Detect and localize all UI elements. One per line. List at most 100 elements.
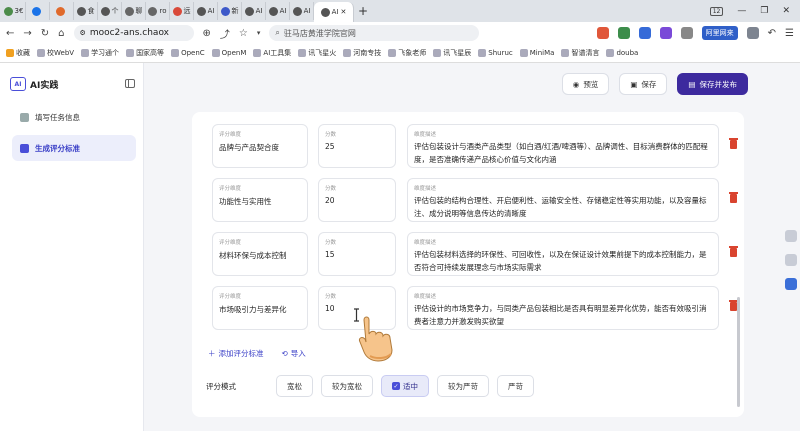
browser-tab[interactable]: AI bbox=[290, 2, 314, 20]
bookmark-item[interactable]: 河南专技 bbox=[343, 48, 381, 58]
browser-tab[interactable]: 聊 bbox=[122, 2, 146, 20]
description-field[interactable]: 维度描述 评估设计的市场竞争力，与同类产品包装相比是否具有明显差异化优势，能否有效… bbox=[407, 286, 719, 330]
mode-option-fairly-strict[interactable]: 较为严苛 bbox=[437, 375, 489, 397]
extension-icon[interactable] bbox=[617, 27, 630, 39]
new-tab-icon[interactable]: + bbox=[354, 4, 372, 18]
bookmark-item[interactable]: 校WebV bbox=[37, 48, 74, 58]
extension-icon[interactable] bbox=[659, 27, 672, 39]
browser-tab[interactable]: AI ✕ bbox=[314, 2, 354, 22]
delete-icon[interactable] bbox=[729, 300, 738, 311]
publish-icon: ▤ bbox=[688, 79, 696, 89]
pointer-hand-icon bbox=[359, 316, 393, 362]
browser-tab[interactable]: 远 bbox=[170, 2, 194, 20]
delete-icon[interactable] bbox=[729, 246, 738, 257]
save-publish-button[interactable]: ▤ 保存并发布 bbox=[677, 73, 748, 95]
bookmark-item[interactable]: 智谱清言 bbox=[561, 48, 599, 58]
score-field[interactable]: 分数 20 bbox=[318, 178, 396, 222]
bookmark-label: 收藏 bbox=[16, 49, 30, 57]
score-value: 15 bbox=[325, 250, 335, 259]
browser-tab[interactable]: 食 bbox=[74, 2, 98, 20]
profile-icon[interactable] bbox=[746, 27, 759, 39]
bookmark-item[interactable]: 学习通个 bbox=[81, 48, 119, 58]
bookmark-label: OpenM bbox=[221, 49, 247, 57]
bookmark-star-icon[interactable]: ☆ bbox=[239, 28, 248, 39]
add-rubric-button[interactable]: ＋添加评分标准 bbox=[208, 348, 264, 359]
assistant-icon[interactable] bbox=[785, 278, 797, 290]
description-field[interactable]: 维度描述 评估包装设计与酒类产品类型（如白酒/红酒/啤酒等）、品牌调性、目标消费群… bbox=[407, 124, 719, 168]
scrollbar[interactable] bbox=[737, 297, 740, 407]
dimension-field[interactable]: 评分维度 材料环保与成本控制 bbox=[212, 232, 308, 276]
dimension-field[interactable]: 评分维度 市场吸引力与差异化 bbox=[212, 286, 308, 330]
back-icon[interactable]: ← bbox=[6, 28, 14, 39]
maximize-icon[interactable]: ❐ bbox=[760, 6, 768, 16]
bookmark-item[interactable]: Shuruc bbox=[478, 49, 513, 57]
extension-icon[interactable] bbox=[596, 27, 609, 39]
minimize-icon[interactable]: — bbox=[737, 6, 746, 16]
browser-tab[interactable] bbox=[50, 2, 74, 20]
browser-tab[interactable]: 3€ bbox=[2, 2, 26, 20]
tab-label: ro bbox=[159, 7, 167, 15]
dropdown-icon[interactable]: ▾ bbox=[257, 29, 261, 37]
close-tab-icon[interactable]: ✕ bbox=[340, 8, 346, 16]
mode-option-lenient[interactable]: 宽松 bbox=[276, 375, 313, 397]
preview-button[interactable]: ◉ 预览 bbox=[561, 73, 610, 95]
puzzle-icon[interactable] bbox=[680, 27, 693, 39]
bookmark-item[interactable]: 讯飞星火 bbox=[298, 48, 336, 58]
bookmark-label: AI工具集 bbox=[263, 49, 292, 57]
search-box[interactable]: ⌕ 驻马店黄淮学院官网 bbox=[269, 25, 480, 41]
bookmark-item[interactable]: douba bbox=[606, 49, 638, 57]
browser-tab[interactable]: 个 bbox=[98, 2, 122, 20]
score-value: 25 bbox=[325, 142, 335, 151]
forward-icon[interactable]: → bbox=[23, 28, 31, 39]
save-button[interactable]: ▣ 保存 bbox=[619, 73, 668, 95]
collapse-sidebar-icon[interactable] bbox=[125, 79, 135, 88]
bookmark-item[interactable]: 飞象老师 bbox=[388, 48, 426, 58]
browser-tab[interactable] bbox=[26, 2, 50, 20]
bookmark-favorites[interactable]: 收藏 bbox=[6, 48, 30, 58]
translate-icon[interactable] bbox=[785, 230, 797, 242]
dimension-field[interactable]: 评分维度 品牌与产品契合度 bbox=[212, 124, 308, 168]
tab-favicon-icon bbox=[56, 6, 65, 16]
zoom-icon[interactable]: ⊕ bbox=[203, 28, 211, 39]
extension-icon[interactable] bbox=[638, 27, 651, 39]
browser-tab[interactable]: AI bbox=[194, 2, 218, 20]
scoring-mode-label: 评分模式 bbox=[206, 381, 236, 391]
extension-badge[interactable]: 阿里网来 bbox=[701, 26, 738, 40]
bookmark-item[interactable]: AI工具集 bbox=[253, 48, 291, 58]
site-info-icon: ⚙ bbox=[79, 29, 86, 37]
sidebar-item-rubric[interactable]: 生成评分标准 bbox=[12, 135, 136, 161]
bookmark-item[interactable]: MiniMa bbox=[519, 49, 554, 57]
menu-icon[interactable]: ☰ bbox=[785, 28, 800, 39]
close-window-icon[interactable]: ✕ bbox=[782, 6, 790, 16]
reload-icon[interactable]: ↻ bbox=[41, 28, 49, 39]
mode-option-moderate[interactable]: ✓ 适中 bbox=[381, 375, 429, 397]
browser-tab[interactable]: AI bbox=[266, 2, 290, 20]
share-icon[interactable]: ⤴ bbox=[220, 26, 230, 41]
browser-tab[interactable]: ro bbox=[146, 2, 170, 20]
description-field[interactable]: 维度描述 评估包装材料选择的环保性、可回收性，以及在保证设计效果前提下的成本控制能… bbox=[407, 232, 719, 276]
tab-count-icon[interactable]: 12 bbox=[709, 6, 724, 16]
bookmark-item[interactable]: OpenM bbox=[211, 49, 247, 57]
score-field[interactable]: 分数 15 bbox=[318, 232, 396, 276]
mode-option-strict[interactable]: 严苛 bbox=[497, 375, 534, 397]
home-icon[interactable]: ⌂ bbox=[58, 28, 64, 39]
import-button[interactable]: ⟲ 导入 bbox=[282, 348, 306, 359]
bookmark-item[interactable]: 讯飞星辰 bbox=[433, 48, 471, 58]
mode-option-fairly-lenient[interactable]: 较为宽松 bbox=[321, 375, 373, 397]
bookmark-item[interactable]: OpenC bbox=[171, 49, 205, 57]
tool-icon[interactable] bbox=[785, 254, 797, 266]
save-icon: ▣ bbox=[630, 79, 638, 89]
delete-icon[interactable] bbox=[729, 192, 738, 203]
score-field[interactable]: 分数 25 bbox=[318, 124, 396, 168]
delete-icon[interactable] bbox=[729, 138, 738, 149]
browser-tab[interactable]: AI bbox=[242, 2, 266, 20]
bookmark-item[interactable]: 国家高等 bbox=[126, 48, 164, 58]
description-field[interactable]: 维度描述 评估包装的结构合理性、开启便利性、运输安全性、存储稳定性等实用功能，以及… bbox=[407, 178, 719, 222]
mode-option-label: 较为严苛 bbox=[448, 381, 478, 391]
bookmark-favicon-icon bbox=[478, 49, 487, 57]
url-field[interactable]: ⚙ mooc2-ans.chaox bbox=[73, 25, 194, 41]
browser-tab[interactable]: 新 bbox=[218, 2, 242, 20]
undo-icon[interactable]: ↶ bbox=[768, 28, 776, 39]
sidebar-item-task-info[interactable]: 填写任务信息 bbox=[12, 104, 136, 130]
dimension-field[interactable]: 评分维度 功能性与实用性 bbox=[212, 178, 308, 222]
